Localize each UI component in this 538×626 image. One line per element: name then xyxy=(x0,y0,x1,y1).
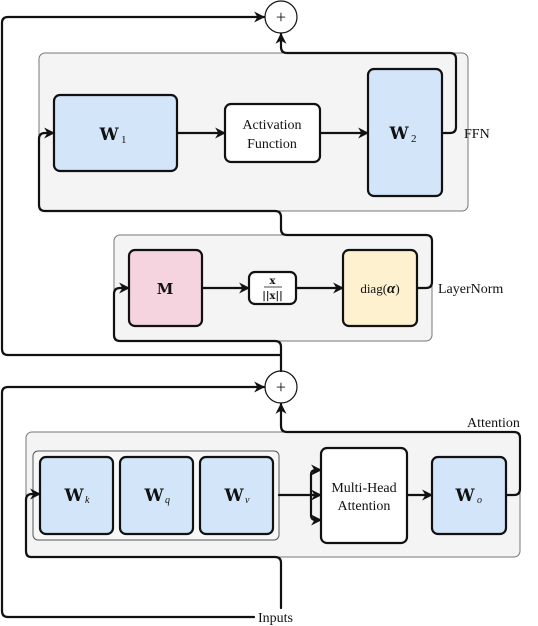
w1-label: W xyxy=(98,125,119,145)
wv-label: W xyxy=(223,486,244,506)
diag-fn: diag( xyxy=(360,281,387,296)
mean-label: M xyxy=(157,280,174,298)
diag-close: ) xyxy=(395,281,399,296)
wq-label: W xyxy=(143,486,164,506)
inputs-label: Inputs xyxy=(258,611,293,626)
norm-denominator: ||x|| xyxy=(262,291,283,302)
wo-label: W xyxy=(454,486,475,506)
top-plus-symbol: + xyxy=(276,7,286,27)
wo-subscript: o xyxy=(477,495,482,506)
transformer-diagram: + + W 1 Activation Function W 2 FFN M x … xyxy=(0,0,522,626)
ffn-group-label: FFN xyxy=(464,127,490,142)
norm-numerator: x xyxy=(270,276,277,287)
middle-plus-symbol: + xyxy=(276,377,286,397)
mha-label-line2: Attention xyxy=(338,499,391,514)
layernorm-group-label: LayerNorm xyxy=(438,282,503,297)
wv-subscript: v xyxy=(245,495,250,506)
attention-group-label: Attention xyxy=(467,416,520,431)
diag-label: diag(α) xyxy=(360,281,399,297)
mha-label-line1: Multi-Head xyxy=(331,481,396,496)
activation-block xyxy=(223,102,322,164)
wk-subscript: k xyxy=(85,495,90,506)
w2-label: W xyxy=(388,124,409,144)
w2-subscript: 2 xyxy=(411,133,417,145)
activation-label-line2: Function xyxy=(247,137,297,152)
activation-label-line1: Activation xyxy=(242,118,301,133)
wk-label: W xyxy=(63,486,84,506)
w1-subscript: 1 xyxy=(121,134,127,146)
wq-subscript: q xyxy=(165,495,170,506)
